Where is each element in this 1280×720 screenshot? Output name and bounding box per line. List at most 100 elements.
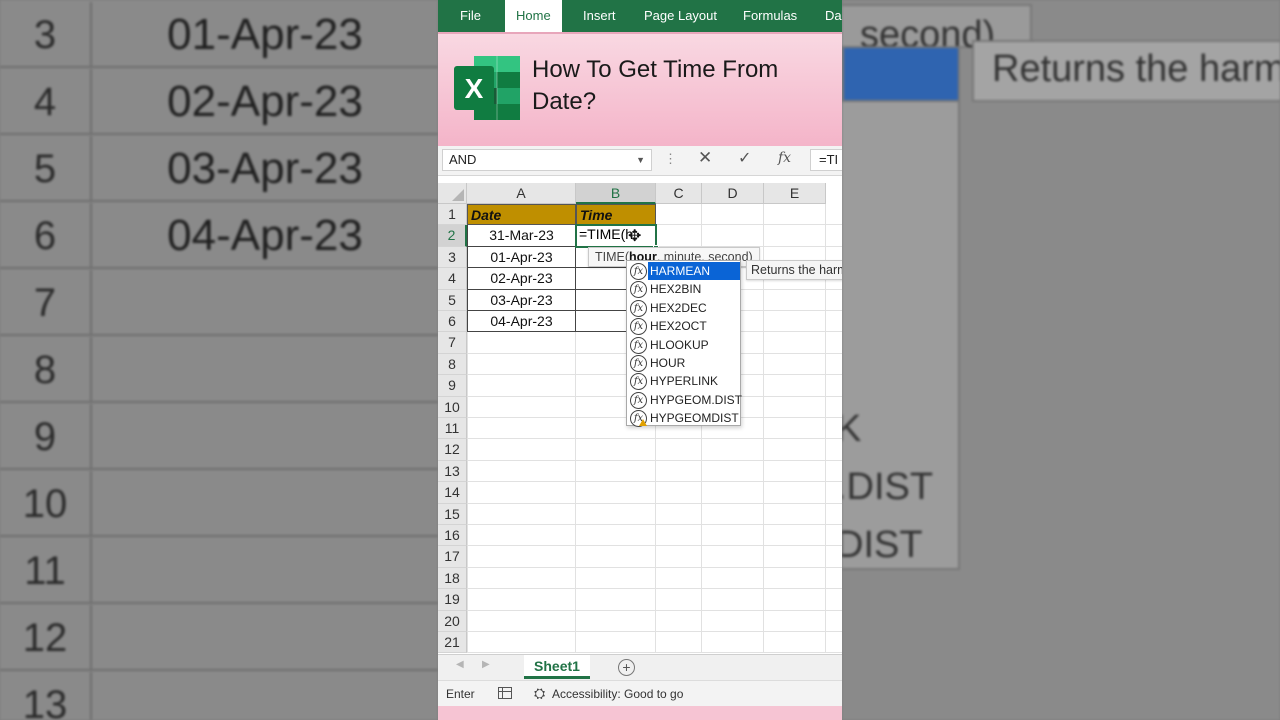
row-header-17[interactable]: 17: [438, 546, 467, 568]
blurred-left-backdrop: 3 01-Apr-23 4 02-Apr-23 5 03-Apr-23 6 04-Apr-23…: [0, 0, 438, 720]
row-header-15[interactable]: 15: [438, 503, 467, 525]
blurred-desc-text: Returns the harm: [992, 48, 1280, 90]
column-header-c[interactable]: C: [656, 183, 702, 204]
active-cell-b2[interactable]: =TIME(h: [575, 224, 657, 248]
blurred-k: K: [842, 408, 862, 450]
accessibility-status[interactable]: Accessibility: Good to go: [552, 687, 683, 701]
tab-insert[interactable]: Insert: [583, 0, 616, 32]
blurred-row-number: 11: [0, 538, 92, 604]
add-sheet-icon[interactable]: +: [618, 659, 635, 676]
grid-line: [467, 631, 842, 632]
blurred-date-value: 03-Apr-23: [167, 144, 363, 193]
tab-page-layout[interactable]: Page Layout: [644, 0, 717, 32]
tooltip-function: TIME(: [595, 250, 630, 264]
autocomplete-item[interactable]: fx HYPERLINK: [628, 372, 740, 391]
title-banner: X How To Get Time From Date?: [438, 32, 842, 152]
blurred-row-number: 9: [0, 404, 92, 470]
cancel-icon[interactable]: ✕: [698, 148, 712, 168]
select-all-corner[interactable]: [438, 183, 467, 204]
enter-check-icon[interactable]: ✓: [738, 148, 751, 168]
row-header-13[interactable]: 13: [438, 460, 467, 483]
status-mode: Enter: [446, 687, 475, 701]
autocomplete-item[interactable]: fx HARMEAN: [628, 262, 740, 280]
grid-line: [467, 566, 842, 568]
row-header-11[interactable]: 11: [438, 418, 467, 440]
row-header-1[interactable]: 1: [438, 204, 467, 226]
row-header-5[interactable]: 5: [438, 289, 467, 311]
row-header-2[interactable]: 2: [438, 225, 467, 247]
tab-file[interactable]: File: [460, 0, 481, 32]
blurred-row: 7: [0, 270, 438, 336]
name-box[interactable]: AND ▼: [442, 149, 652, 171]
formula-bar: AND ▼ ⋮ ✕ ✓ fx =TI: [438, 146, 842, 176]
tab-data[interactable]: Da: [825, 0, 842, 32]
more-dots-icon: ⋮: [664, 151, 677, 166]
date-cell[interactable]: 03-Apr-23: [467, 289, 576, 311]
autocomplete-item[interactable]: fx HEX2BIN: [628, 280, 740, 299]
next-sheet-icon[interactable]: ▶: [482, 659, 490, 670]
date-cell[interactable]: 31-Mar-23: [467, 225, 576, 247]
blurred-date-value: 01-Apr-23: [167, 10, 363, 59]
header-cell-time[interactable]: Time: [576, 204, 656, 226]
autocomplete-item[interactable]: fx HYPGEOM.DIST: [628, 391, 742, 409]
svg-text:X: X: [465, 73, 484, 104]
row-header-16[interactable]: 16: [438, 525, 467, 547]
autocomplete-item-label: HLOOKUP: [650, 337, 709, 352]
autocomplete-item[interactable]: fx HEX2DEC: [628, 299, 740, 317]
function-icon: fx: [630, 281, 647, 299]
blurred-row-number: 8: [0, 337, 92, 403]
prev-sheet-icon[interactable]: ◀: [456, 659, 464, 670]
date-cell[interactable]: 04-Apr-23: [467, 311, 576, 333]
row-header-19[interactable]: 19: [438, 589, 467, 611]
formula-input[interactable]: =TI: [810, 149, 842, 171]
grid-line: [467, 524, 842, 525]
accessibility-icon[interactable]: ⛭: [534, 685, 545, 702]
autocomplete-item[interactable]: fx HEX2OCT: [628, 317, 740, 336]
date-cell[interactable]: 01-Apr-23: [467, 246, 576, 269]
blurred-date-value: 04-Apr-23: [167, 211, 363, 260]
autocomplete-item-label: HEX2DEC: [650, 300, 707, 315]
row-header-20[interactable]: 20: [438, 610, 467, 632]
autocomplete-item-label: HEX2BIN: [650, 282, 702, 297]
row-header-10[interactable]: 10: [438, 396, 467, 418]
row-header-21[interactable]: 21: [438, 632, 467, 653]
excel-window: File Home Insert Page Layout Formulas Da…: [438, 0, 842, 720]
autocomplete-item[interactable]: fx HYPGEOMDIST: [628, 409, 740, 428]
blurred-row-number: 13: [0, 672, 92, 720]
banner-title: How To Get Time From Date?: [532, 56, 779, 115]
header-cell-date[interactable]: Date: [467, 204, 576, 226]
row-header-4[interactable]: 4: [438, 268, 467, 290]
column-header-d[interactable]: D: [702, 183, 764, 204]
row-header-3[interactable]: 3: [438, 246, 467, 269]
row-header-14[interactable]: 14: [438, 482, 467, 504]
column-header-e[interactable]: E: [764, 183, 826, 204]
sheet-tab-sheet1[interactable]: Sheet1: [524, 655, 590, 679]
blurred-selection: [842, 46, 960, 102]
row-header-7[interactable]: 7: [438, 332, 467, 354]
column-header-b[interactable]: B: [576, 183, 656, 204]
blurred-row: 10: [0, 471, 438, 537]
column-header-a[interactable]: A: [467, 183, 576, 204]
worksheet-grid[interactable]: A B C D E 1 2 3 4 5 6 7 8 9 10 11 12 13 14 15 16 17 18 19 20 21 Da…: [438, 183, 842, 653]
grid-line: [467, 588, 842, 590]
blurred-date-value: [94, 270, 436, 336]
screenshot-stage: 3 01-Apr-23 4 02-Apr-23 5 03-Apr-23 6 04-Apr-23…: [0, 0, 1280, 720]
tab-home[interactable]: Home: [505, 0, 562, 32]
date-cell[interactable]: 02-Apr-23: [467, 268, 576, 290]
autocomplete-item[interactable]: fx HLOOKUP: [628, 336, 740, 354]
blurred-row: 5 03-Apr-23: [0, 136, 438, 202]
blurred-date-value: [94, 538, 436, 604]
function-icon: fx: [630, 318, 647, 336]
autocomplete-item[interactable]: fx HOUR: [628, 354, 740, 372]
row-header-18[interactable]: 18: [438, 567, 467, 590]
insert-function-icon[interactable]: fx: [778, 150, 791, 166]
tab-formulas[interactable]: Formulas: [743, 0, 797, 32]
compatibility-warning-icon: [639, 419, 647, 427]
row-header-6[interactable]: 6: [438, 311, 467, 333]
row-header-8[interactable]: 8: [438, 353, 467, 376]
chevron-down-icon[interactable]: ▼: [636, 150, 645, 170]
autocomplete-item-label: HOUR: [650, 356, 686, 370]
blurred-date-value: 02-Apr-23: [167, 77, 363, 126]
row-header-12[interactable]: 12: [438, 439, 467, 461]
row-header-9[interactable]: 9: [438, 375, 467, 397]
